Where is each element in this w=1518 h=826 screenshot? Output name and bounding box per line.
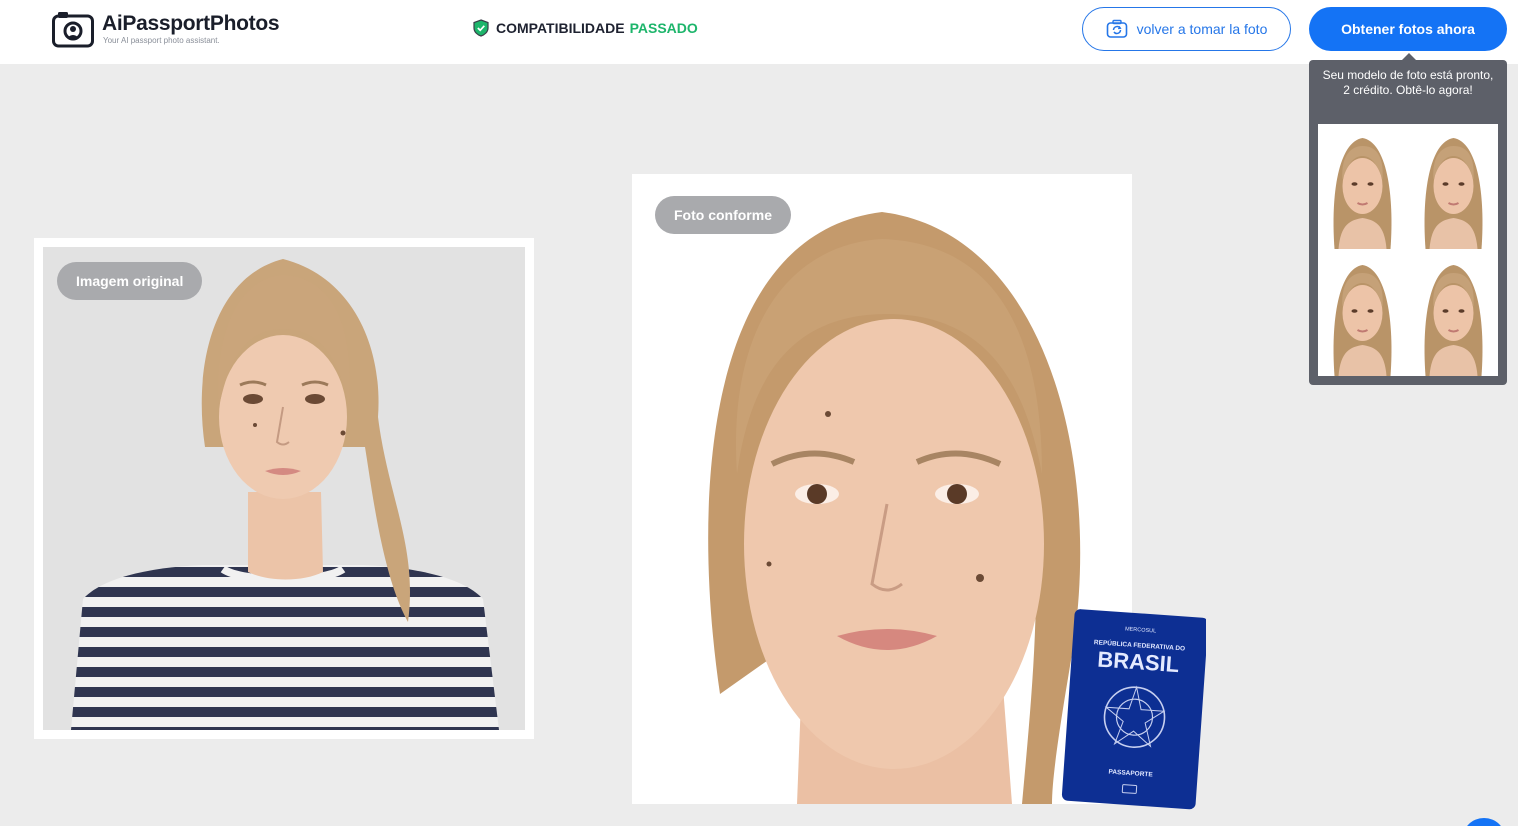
popup-message: Seu modelo de foto está pronto, 2 crédit… <box>1322 68 1494 97</box>
brand-subtitle: Your AI passport photo assistant. <box>103 36 220 45</box>
retake-photo-button[interactable]: volver a tomar la foto <box>1082 7 1291 51</box>
retake-photo-label: volver a tomar la foto <box>1136 21 1268 37</box>
original-image-card: Imagem original <box>34 238 534 739</box>
photo-sheet-preview[interactable] <box>1318 124 1498 376</box>
compliant-photo <box>632 174 1132 804</box>
compatibility-status: COMPATIBILIDADE PASSADO <box>473 19 698 37</box>
shield-check-icon <box>473 19 489 37</box>
brand-title: AiPassportPhotos <box>102 12 280 35</box>
camera-logo-icon <box>52 12 94 48</box>
thumbnail-photo <box>1318 251 1407 376</box>
thumbnail-photo <box>1409 124 1498 249</box>
compatibility-label: COMPATIBILIDADE <box>496 20 625 36</box>
ready-popup[interactable]: Seu modelo de foto está pronto, 2 crédit… <box>1309 53 1507 385</box>
retake-camera-icon <box>1106 19 1127 38</box>
original-image-tag: Imagem original <box>57 262 203 300</box>
chat-bubble-button[interactable] <box>1462 818 1506 826</box>
original-photo <box>43 247 525 730</box>
get-photos-button[interactable]: Obtener fotos ahora <box>1309 7 1507 51</box>
top-header: AiPassportPhotos Your AI passport photo … <box>0 0 1518 64</box>
thumbnail-photo <box>1318 124 1407 249</box>
brazil-passport-image: MERCOSUL REPÚBLICA FEDERATIVA DO BRASIL … <box>1061 609 1206 810</box>
brand-logo[interactable]: AiPassportPhotos Your AI passport photo … <box>52 10 280 48</box>
compatibility-result: PASSADO <box>629 20 698 36</box>
thumbnail-photo <box>1409 251 1498 376</box>
compliant-photo-tag: Foto conforme <box>655 196 791 234</box>
compliant-photo-card: Foto conforme <box>632 174 1132 804</box>
